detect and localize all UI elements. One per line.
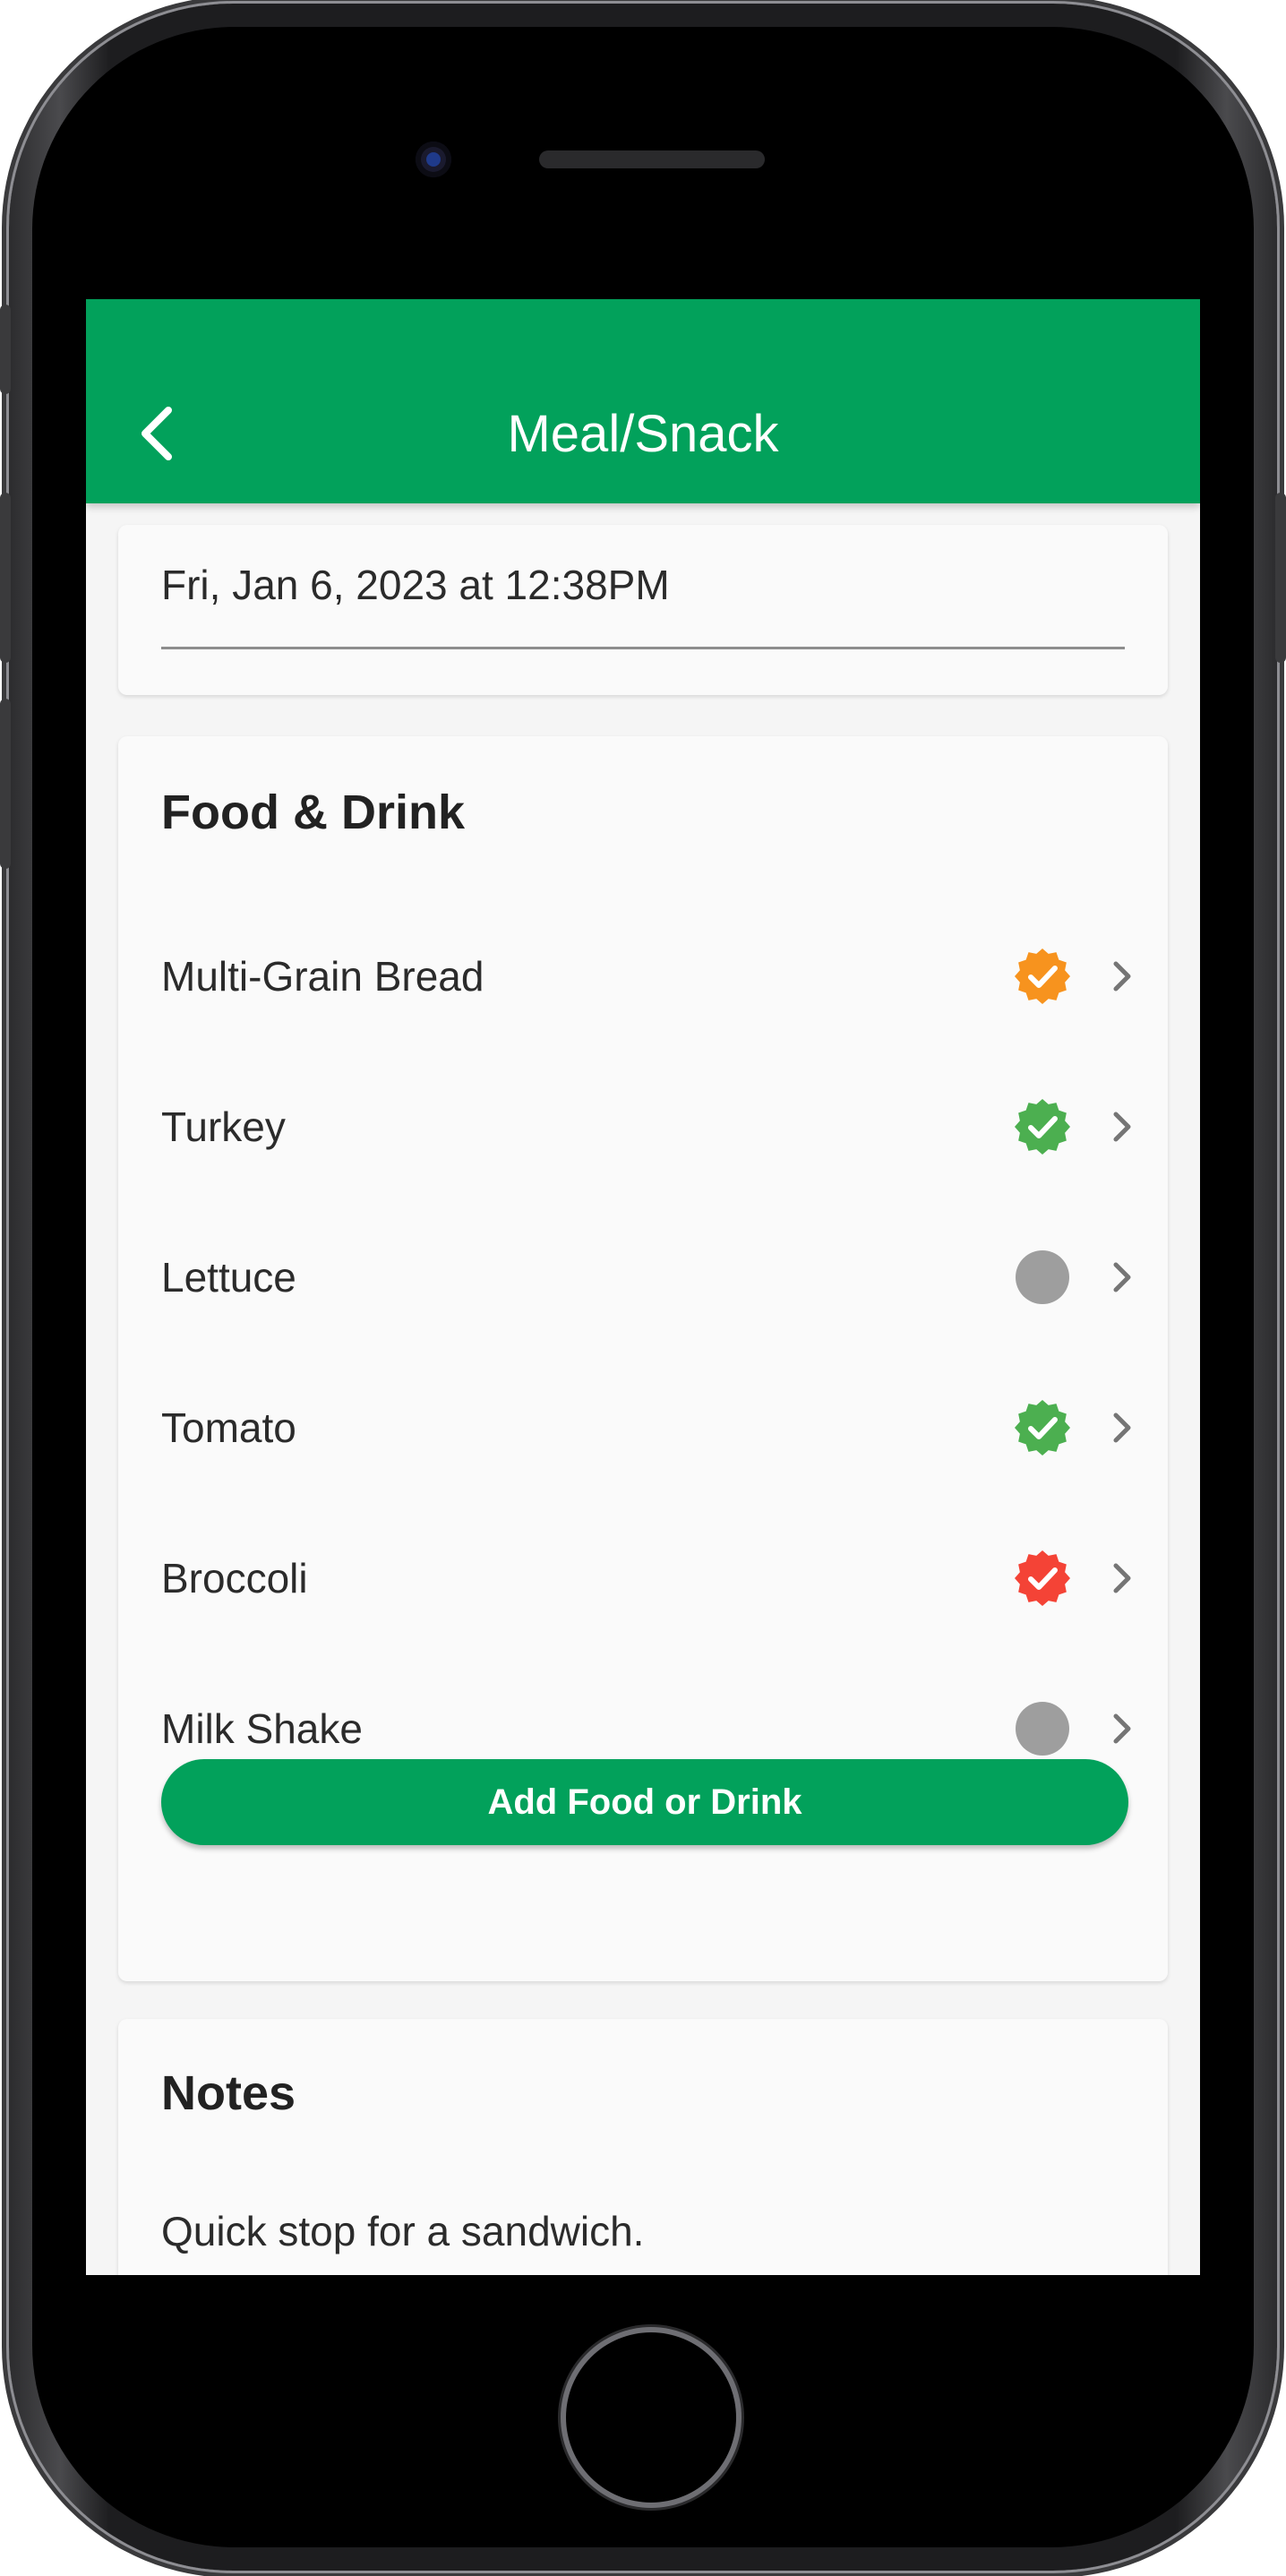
- volume-up-button: [0, 493, 11, 663]
- app-screen: Meal/Snack Fri, Jan 6, 2023 at 12:38PM F…: [86, 299, 1200, 2275]
- food-item-row[interactable]: Tomato: [118, 1352, 1168, 1503]
- datetime-field[interactable]: Fri, Jan 6, 2023 at 12:38PM: [161, 561, 670, 609]
- food-list: Multi-Grain Bread Turkey Lettuce Tomato Broc…: [118, 901, 1168, 1804]
- mute-switch: [0, 305, 11, 394]
- notes-card: Notes Quick stop for a sandwich.: [118, 2019, 1168, 2275]
- food-drink-card: Food & Drink Multi-Grain Bread Turkey Lett…: [118, 736, 1168, 1981]
- food-item-row[interactable]: Multi-Grain Bread: [118, 901, 1168, 1052]
- chevron-right-icon: [1113, 1563, 1131, 1593]
- food-item-label: Lettuce: [161, 1254, 296, 1301]
- empty-circle-icon: [1016, 1702, 1069, 1756]
- chevron-right-icon: [1113, 961, 1131, 992]
- empty-circle-icon: [1016, 1250, 1069, 1304]
- power-button: [1275, 493, 1286, 663]
- front-camera: [416, 142, 451, 177]
- food-item-label: Multi-Grain Bread: [161, 953, 484, 1000]
- food-item-row[interactable]: Lettuce: [118, 1202, 1168, 1352]
- verified-badge-icon: [1015, 1400, 1070, 1455]
- home-button[interactable]: [566, 2332, 736, 2503]
- earpiece-speaker: [539, 150, 765, 168]
- food-item-label: Broccoli: [161, 1555, 308, 1601]
- notes-section-title: Notes: [161, 2066, 296, 2120]
- datetime-card: Fri, Jan 6, 2023 at 12:38PM: [118, 525, 1168, 695]
- app-bar: Meal/Snack: [86, 299, 1200, 503]
- chevron-right-icon: [1113, 1112, 1131, 1142]
- verified-badge-icon: [1015, 1099, 1070, 1155]
- chevron-right-icon: [1113, 1413, 1131, 1443]
- page-title: Meal/Snack: [507, 404, 779, 463]
- chevron-right-icon: [1113, 1713, 1131, 1744]
- notes-text[interactable]: Quick stop for a sandwich.: [161, 2207, 644, 2255]
- food-item-label: Tomato: [161, 1404, 296, 1451]
- volume-down-button: [0, 699, 11, 869]
- food-section-title: Food & Drink: [161, 786, 465, 839]
- verified-badge-icon: [1015, 949, 1070, 1004]
- datetime-field-underline: [161, 647, 1125, 649]
- food-item-label: Milk Shake: [161, 1705, 363, 1752]
- food-item-row[interactable]: Broccoli: [118, 1503, 1168, 1653]
- chevron-right-icon: [1113, 1262, 1131, 1292]
- add-food-button[interactable]: Add Food or Drink: [161, 1759, 1128, 1845]
- food-item-row[interactable]: Turkey: [118, 1052, 1168, 1202]
- food-item-label: Turkey: [161, 1103, 286, 1150]
- verified-badge-icon: [1015, 1550, 1070, 1606]
